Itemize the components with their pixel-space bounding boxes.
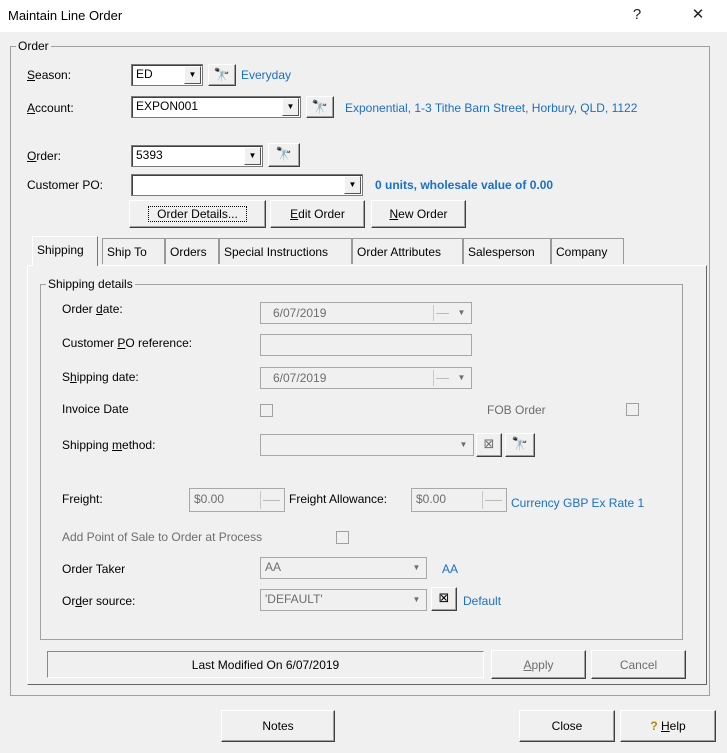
close-button[interactable]: Close	[519, 710, 615, 742]
tab-salesperson[interactable]: Salesperson	[463, 238, 551, 264]
tab-special-instructions[interactable]: Special Instructions	[219, 238, 352, 264]
notes-button[interactable]: Notes	[221, 710, 335, 742]
clear-icon[interactable]: ⊠	[431, 587, 457, 611]
tab-shipping[interactable]: Shipping	[32, 236, 98, 266]
binoculars-icon[interactable]: 🔭	[306, 96, 334, 118]
chevron-down-icon: ▼	[412, 595, 421, 604]
customer-po-combo[interactable]: ▼	[131, 174, 363, 196]
freight-label: Freight:	[62, 492, 103, 506]
season-label: Season:	[27, 68, 72, 82]
chevron-down-icon: ▼	[412, 563, 421, 572]
chevron-down-icon: ▼	[457, 308, 466, 317]
add-pos-checkbox	[336, 531, 349, 544]
date-spinner	[433, 305, 451, 321]
clear-icon: ⊠	[476, 433, 502, 457]
shipping-date-picker: 6/07/2019 ▼	[260, 367, 472, 389]
freight-allowance-label: Freight Allowance:	[289, 492, 388, 506]
freight-spinner	[260, 491, 282, 509]
order-source-value: 'DEFAULT'	[265, 592, 323, 606]
edit-order-button[interactable]: Edit Order	[270, 200, 365, 228]
order-label: Order:	[27, 149, 62, 163]
shipping-method-label: Shipping method:	[62, 438, 156, 452]
season-link[interactable]: Everyday	[241, 68, 291, 82]
tab-ship-to[interactable]: Ship To	[102, 238, 165, 264]
freight-allowance-field: $0.00	[411, 488, 507, 512]
order-date-label: Order date:	[62, 302, 123, 316]
chevron-down-icon[interactable]: ▼	[344, 176, 361, 194]
order-value: 5393	[136, 148, 163, 162]
order-source-label: Order source:	[62, 594, 136, 608]
last-modified-status: Last Modified On 6/07/2019	[47, 651, 484, 678]
invoice-date-checkbox	[260, 404, 273, 417]
customer-po-label: Customer PO:	[27, 178, 104, 192]
apply-button: Apply	[491, 650, 586, 679]
binoculars-icon: 🔭	[505, 433, 535, 457]
shipping-date-value: 6/07/2019	[273, 371, 327, 385]
binoculars-icon[interactable]: 🔭	[208, 64, 236, 86]
chevron-down-icon[interactable]: ▼	[244, 147, 261, 165]
chevron-down-icon[interactable]: ▼	[184, 66, 201, 84]
shipping-method-combo: ▼	[260, 434, 474, 456]
season-combo[interactable]: ED ▼	[131, 64, 203, 86]
close-icon[interactable]: ✕	[683, 4, 713, 28]
order-summary: 0 units, wholesale value of 0.00	[375, 178, 554, 192]
freight-field: $0.00	[189, 488, 285, 512]
account-combo[interactable]: EXPON001 ▼	[131, 96, 301, 118]
account-label: Account:	[27, 101, 74, 115]
order-group-label: Order	[16, 39, 51, 53]
freight-value: $0.00	[194, 492, 225, 506]
tab-order-attributes[interactable]: Order Attributes	[352, 238, 463, 264]
add-pos-label: Add Point of Sale to Order at Process	[62, 530, 263, 544]
new-order-button[interactable]: New Order	[371, 200, 466, 228]
currency-link[interactable]: Currency GBP Ex Rate 1	[511, 496, 644, 510]
tab-company[interactable]: Company	[551, 238, 624, 264]
date-spinner	[433, 370, 451, 386]
chevron-down-icon[interactable]: ▼	[282, 98, 299, 116]
fob-order-label: FOB Order	[487, 403, 546, 417]
cancel-button: Cancel	[591, 650, 686, 679]
order-source-combo: 'DEFAULT' ▼	[260, 589, 427, 611]
shipping-date-label: Shipping date:	[62, 370, 139, 384]
window-title: Maintain Line Order	[8, 8, 123, 23]
account-link[interactable]: Exponential, 1-3 Tithe Barn Street, Horb…	[345, 101, 637, 115]
order-taker-combo: AA ▼	[260, 557, 427, 579]
customer-po-ref-field	[260, 334, 472, 356]
order-date-value: 6/07/2019	[273, 306, 327, 320]
order-combo[interactable]: 5393 ▼	[131, 145, 263, 167]
order-taker-link[interactable]: AA	[442, 562, 458, 576]
account-value: EXPON001	[136, 99, 199, 113]
chevron-down-icon: ▼	[457, 373, 466, 382]
binoculars-icon[interactable]: 🔭	[268, 143, 300, 167]
help-icon[interactable]: ?	[622, 4, 652, 28]
order-taker-value: AA	[265, 560, 282, 574]
freight-allowance-value: $0.00	[416, 492, 447, 506]
shipping-details-label: Shipping details	[46, 277, 135, 291]
help-button[interactable]: ? Help	[620, 710, 716, 742]
customer-po-ref-label: Customer PO reference:	[62, 336, 193, 350]
season-value: ED	[136, 67, 153, 81]
order-taker-label: Order Taker	[62, 562, 126, 576]
chevron-down-icon: ▼	[459, 440, 468, 449]
order-details-button[interactable]: Order Details...	[129, 200, 266, 228]
fob-order-checkbox	[626, 403, 639, 416]
freight-allowance-spinner	[482, 491, 504, 509]
order-source-link[interactable]: Default	[463, 594, 501, 608]
order-date-picker: 6/07/2019 ▼	[260, 302, 472, 324]
tab-orders[interactable]: Orders	[165, 238, 219, 264]
invoice-date-label: Invoice Date	[62, 402, 129, 416]
question-icon: ?	[650, 719, 658, 733]
